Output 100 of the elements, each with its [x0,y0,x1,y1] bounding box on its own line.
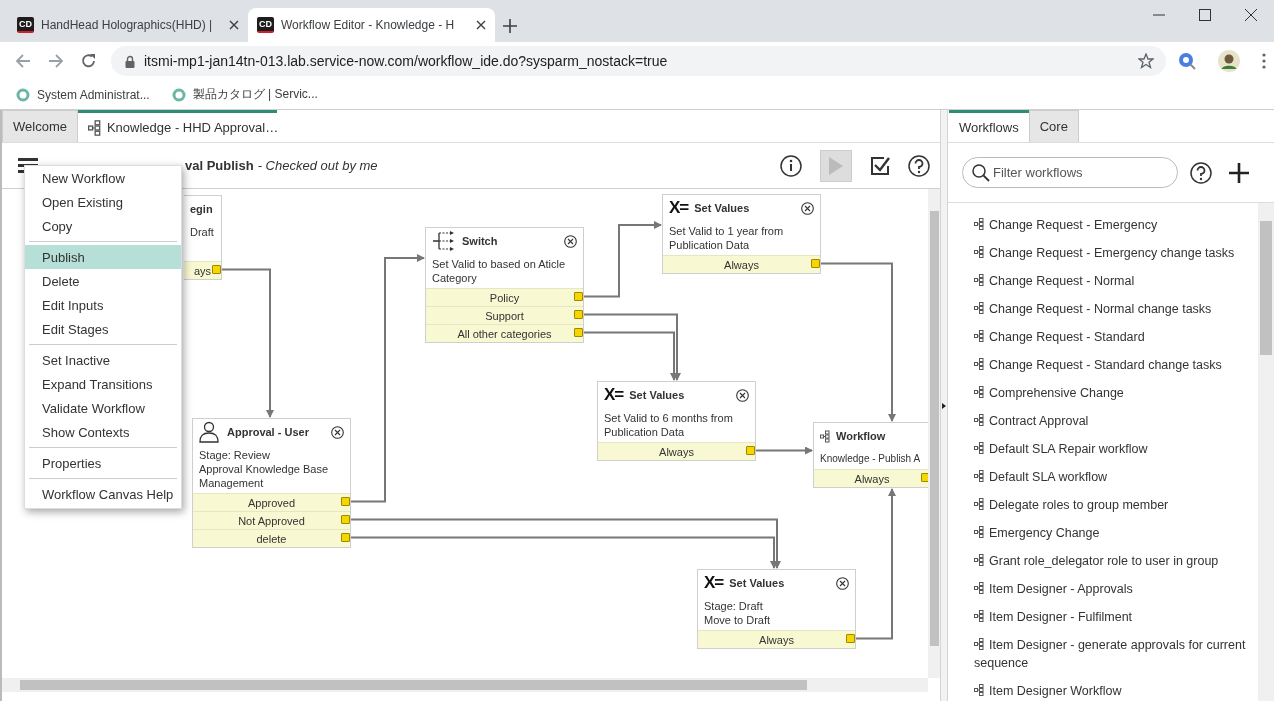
workflow-item[interactable]: Default SLA workflow [974,463,1258,491]
search-icon [972,164,990,182]
activity-node[interactable]: X= Set Values Set Valid to 6 months from Publication Data Always [597,381,756,461]
tab-title: HandHead Holographics(HHD) | [41,18,214,32]
close-icon[interactable] [1245,9,1257,21]
bookmark[interactable]: System Administrat... [16,87,150,102]
filter-field[interactable]: Filter workflows [962,157,1178,188]
node-description: Move to Draft [704,613,772,627]
set-values-symbol: X= [669,198,689,218]
activity-node[interactable]: X= Set Values Stage: Draft Move to Draft Always [697,569,856,649]
menu-item[interactable]: Properties [25,451,181,475]
menu-item[interactable]: Expand Transitions [25,372,181,396]
activity-node[interactable]: Switch Set Valid to based on Aticle Category Policy Support All other categories [425,227,584,343]
node-description: Stage: Draft [704,599,764,613]
workflow-item[interactable]: Item Designer - Fulfilment [974,603,1258,631]
workflow-item[interactable]: Comprehensive Change [974,379,1258,407]
close-icon[interactable] [836,576,849,590]
workflow-item[interactable]: Item Designer - generate approvals for current sequence [974,631,1258,677]
menu-item[interactable]: Workflow Canvas Help [25,482,181,506]
workflow-item[interactable]: Contract Approval [974,407,1258,435]
browser-tab[interactable]: CD HandHead Holographics(HHD) | [8,8,248,42]
branch-icon [432,230,456,252]
activity-node[interactable]: X= Set Values Set Valid to 1 year from Publication Data Always [662,194,821,274]
subflow-icon [974,526,984,538]
workflow-item[interactable]: Delegate roles to group member [974,491,1258,519]
node-title: Approval - User [227,426,310,438]
close-icon[interactable] [229,20,239,30]
subflow-icon [974,582,984,594]
avatar-icon[interactable] [1218,50,1240,72]
more-icon[interactable] [1262,53,1266,69]
ring-icon [171,87,186,102]
extension-icon[interactable] [1178,52,1196,70]
activity-node[interactable]: Approval - User Stage: Review Approval Knowledge Base Management Approved Not Approved delete [192,418,351,548]
editor-tab[interactable]: Welcome [2,110,78,142]
panel-tab[interactable]: Core [1028,110,1079,142]
horizontal-scrollbar[interactable] [2,678,928,692]
play-icon [829,156,843,175]
workflow-item[interactable]: Change Request - Standard [974,323,1258,351]
condition-label: Always [759,633,794,646]
workflow-item[interactable]: Default SLA Repair workflow [974,435,1258,463]
menu-item[interactable]: Delete [25,269,181,293]
close-icon[interactable] [476,20,486,30]
checkmark-box-icon[interactable] [870,155,890,176]
info-icon[interactable] [780,154,802,177]
node-description: Category [432,271,478,285]
activity-node[interactable]: egin Draft ays [184,195,222,280]
collapse-arrow-icon[interactable] [942,402,946,409]
condition-label: Not Approved [238,514,305,527]
close-icon[interactable] [801,201,814,215]
forward-icon[interactable] [47,53,64,69]
star-icon[interactable] [1138,53,1154,69]
close-icon[interactable] [331,425,344,439]
node-description: Management [199,476,265,490]
subflow-icon [974,554,984,566]
workflow-item[interactable]: Item Designer - Approvals [974,575,1258,603]
back-icon[interactable] [14,53,31,69]
menu-item[interactable]: Publish [25,245,181,269]
subflow-icon [974,386,984,398]
tab-title: Workflow Editor - Knowledge - H [281,18,456,32]
help-icon[interactable] [908,154,930,177]
add-icon[interactable] [1228,161,1250,184]
workflow-item[interactable]: Change Request - Normal change tasks [974,295,1258,323]
menu-item[interactable]: Open Existing [25,190,181,214]
menu-item[interactable]: Copy [25,214,181,238]
menu-item[interactable]: Validate Workflow [25,396,181,420]
workflow-item[interactable]: Emergency Change [974,519,1258,547]
reload-icon[interactable] [80,53,97,69]
node-description: Set Valid to based on Aticle [432,257,567,271]
close-icon[interactable] [564,234,577,248]
workflow-item[interactable]: Item Designer Workflow [974,677,1258,701]
help-icon[interactable] [1190,161,1212,184]
node-description: Approval Knowledge Base [199,462,330,476]
node-description: Stage: Review [199,448,271,462]
subflow-icon [974,684,984,696]
vertical-scrollbar[interactable] [1258,203,1274,701]
activity-node[interactable]: Workflow Knowledge - Publish A Always [813,422,928,488]
menu-item[interactable]: Edit Stages [25,317,181,341]
condition-label: Support [485,309,524,322]
workflow-item[interactable]: Change Request - Emergency change tasks [974,239,1258,267]
menu-item[interactable]: New Workflow [25,166,181,190]
vertical-scrollbar[interactable] [928,189,940,678]
workflow-item[interactable]: Change Request - Emergency [974,211,1258,239]
maximize-icon[interactable] [1199,9,1211,21]
workflow-item[interactable]: Grant role_delegator role to user in group [974,547,1258,575]
browser-tab[interactable]: CD Workflow Editor - Knowledge - H [248,8,495,42]
bookmark[interactable]: 製品カタログ | Servic... [171,86,318,103]
workflow-item[interactable]: Change Request - Normal [974,267,1258,295]
address-bar[interactable]: itsmi-mp1-jan14tn-013.lab.service-now.com/workflow_ide.do?sysparm_nostack=true [111,46,1166,76]
site-logo: CD [257,17,274,33]
workflow-item[interactable]: Change Request - Standard change tasks [974,351,1258,379]
menu-item[interactable]: Set Inactive [25,348,181,372]
menu-item[interactable]: Show Contexts [25,420,181,444]
menu-item[interactable]: Edit Inputs [25,293,181,317]
subflow-icon [974,610,984,622]
node-description: Set Valid to 6 months from [604,411,734,425]
new-tab-icon[interactable] [503,19,517,33]
checkout-status: - Checked out by me [257,158,378,173]
close-icon[interactable] [736,388,749,402]
condition-label: Approved [247,496,296,509]
node-title: Set Values [729,577,786,589]
